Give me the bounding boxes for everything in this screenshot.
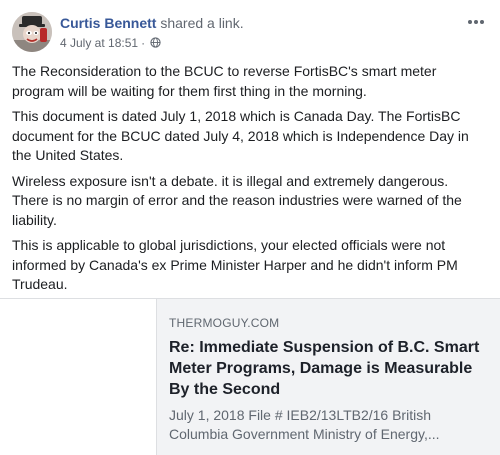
globe-icon[interactable] <box>150 36 161 48</box>
feed-post: Curtis Bennett shared a link. 4 July at … <box>0 0 500 455</box>
link-info[interactable]: THERMOGUY.COM Re: Immediate Suspension o… <box>169 315 487 444</box>
post-timestamp[interactable]: 4 July at 18:51 <box>60 36 138 50</box>
post-meta: 4 July at 18:51 · <box>60 35 161 51</box>
more-options-icon[interactable] <box>464 12 488 32</box>
post-body: The Reconsideration to the BCUC to rever… <box>12 62 482 301</box>
post-paragraph: This document is dated July 1, 2018 whic… <box>12 108 469 163</box>
avatar[interactable] <box>12 12 52 52</box>
link-title[interactable]: Re: Immediate Suspension of B.C. Smart M… <box>169 337 487 400</box>
link-preview-card[interactable]: THERMOGUY.COM Re: Immediate Suspension o… <box>0 298 500 455</box>
meta-separator: · <box>141 36 146 50</box>
post-paragraph: The Reconsideration to the BCUC to rever… <box>12 63 437 99</box>
link-thumbnail[interactable] <box>0 299 157 455</box>
post-byline: Curtis Bennett shared a link. <box>60 14 244 32</box>
post-paragraph: Wireless exposure isn't a debate. it is … <box>12 172 462 228</box>
link-description: July 1, 2018 File # IEB2/13LTB2/16 Briti… <box>169 407 440 442</box>
post-header: Curtis Bennett shared a link. 4 July at … <box>12 12 488 58</box>
post-action-text: shared a link. <box>160 15 244 31</box>
post-paragraph: This is applicable to global jurisdictio… <box>12 237 458 292</box>
link-domain: THERMOGUY.COM <box>169 316 280 330</box>
author-name-link[interactable]: Curtis Bennett <box>60 15 156 31</box>
